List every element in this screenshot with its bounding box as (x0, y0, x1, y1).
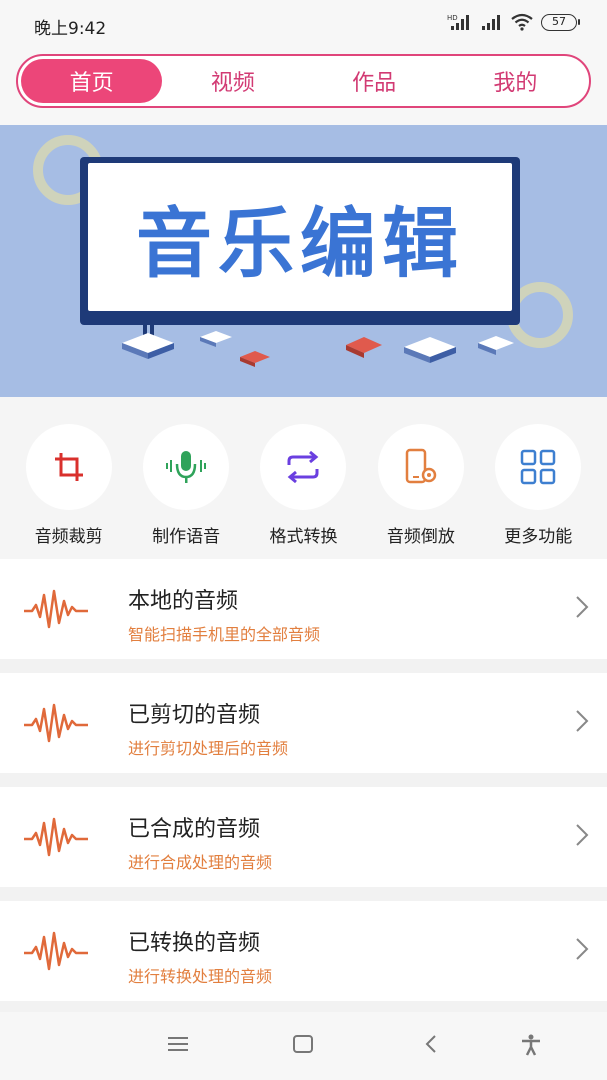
tool-format-convert[interactable]: 格式转换 (248, 397, 358, 559)
list-item-cut-audio[interactable]: 已剪切的音频 进行剪切处理后的音频 (0, 673, 607, 773)
menu-icon[interactable] (168, 1034, 188, 1054)
tool-circle (25, 424, 112, 510)
waveform-icon (24, 589, 88, 629)
item-subtitle: 进行转换处理的音频 (128, 967, 273, 986)
home-icon[interactable] (293, 1034, 313, 1054)
crop-icon (54, 453, 83, 481)
tools-row: 音频裁剪 制作语音 格式转换 音频倒放 更多功能 (0, 397, 607, 559)
item-title: 已合成的音频 (128, 817, 261, 842)
tool-circle (260, 424, 347, 510)
waveform-icon (24, 817, 88, 857)
list-item-converted-audio[interactable]: 已转换的音频 进行转换处理的音频 (0, 901, 607, 1001)
convert-icon (287, 450, 319, 484)
battery-icon: 57 (541, 13, 580, 31)
item-title: 本地的音频 (128, 589, 239, 614)
banner-board-screen: 音乐编辑 (88, 163, 512, 311)
item-title: 已剪切的音频 (128, 703, 261, 728)
tool-audio-crop[interactable]: 音频裁剪 (14, 397, 124, 559)
chevron-right-icon (576, 824, 589, 846)
microphone-icon (166, 451, 207, 483)
tab-mine[interactable]: 我的 (445, 59, 586, 103)
tool-more[interactable]: 更多功能 (483, 397, 593, 559)
tool-label: 格式转换 (269, 527, 338, 547)
list-item-local-audio[interactable]: 本地的音频 智能扫描手机里的全部音频 (0, 559, 607, 659)
accessibility-icon[interactable] (520, 1034, 542, 1056)
tab-home[interactable]: 首页 (21, 59, 163, 103)
status-bar: 晚上9:42 HD 57 (0, 0, 607, 48)
tab-bar: 首页 视频 作品 我的 (16, 54, 591, 108)
hd-signal-icon: HD (447, 14, 469, 30)
tab-video[interactable]: 视频 (162, 59, 303, 103)
svg-text:HD: HD (447, 14, 458, 22)
chevron-right-icon (576, 596, 589, 618)
tool-circle (495, 424, 582, 510)
grid-icon (521, 449, 556, 485)
tab-works[interactable]: 作品 (304, 59, 445, 103)
status-icons: HD 57 (447, 13, 580, 31)
tool-label: 更多功能 (504, 527, 573, 547)
status-time: 晚上9:42 (34, 19, 107, 39)
item-subtitle: 进行合成处理的音频 (128, 853, 273, 872)
wifi-icon (511, 13, 533, 31)
signal-icon (482, 15, 500, 30)
waveform-icon (24, 703, 88, 743)
waveform-icon (24, 931, 88, 971)
item-subtitle: 进行剪切处理后的音频 (128, 739, 289, 758)
item-title: 已转换的音频 (128, 931, 261, 956)
top-nav: 首页 视频 作品 我的 (0, 48, 607, 125)
tool-make-voice[interactable]: 制作语音 (131, 397, 241, 559)
banner-title: 音乐编辑 (136, 199, 464, 288)
tool-audio-reverse[interactable]: 音频倒放 (366, 397, 476, 559)
list-item-merged-audio[interactable]: 已合成的音频 进行合成处理的音频 (0, 787, 607, 887)
back-icon[interactable] (424, 1034, 438, 1054)
tool-label: 制作语音 (152, 527, 221, 547)
chevron-right-icon (576, 938, 589, 960)
banner[interactable]: 音乐编辑 (0, 125, 607, 397)
banner-board: 音乐编辑 (80, 157, 520, 325)
tool-circle (377, 424, 464, 510)
tool-label: 音频倒放 (386, 527, 455, 547)
tool-circle (143, 424, 230, 510)
system-nav-bar (0, 1012, 607, 1080)
item-subtitle: 智能扫描手机里的全部音频 (128, 625, 321, 644)
phone-settings-icon (405, 448, 437, 484)
tool-label: 音频裁剪 (34, 527, 103, 547)
chevron-right-icon (576, 710, 589, 732)
